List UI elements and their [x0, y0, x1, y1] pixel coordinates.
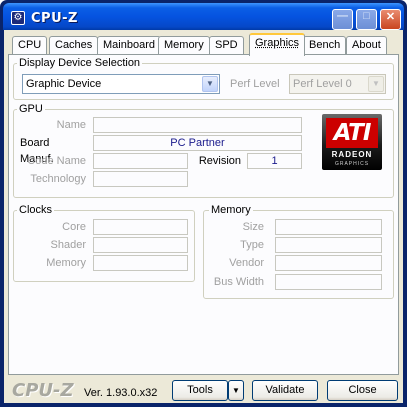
chevron-down-icon[interactable]: ▼ [368, 76, 384, 92]
tab-memory[interactable]: Memory [158, 36, 210, 55]
memory-type-field [275, 237, 382, 253]
tab-cpu[interactable]: CPU [12, 36, 48, 55]
window-title: CPU-Z [31, 11, 78, 26]
maximize-button[interactable]: □ [356, 9, 377, 30]
tab-mainboard[interactable]: Mainboard [97, 36, 161, 55]
ati-radeon-logo: ATI RADEON GRAPHICS [322, 114, 382, 170]
memory-size-field [275, 219, 382, 235]
shader-clock-label: Shader [50, 239, 86, 251]
code-name-field [93, 153, 188, 169]
tab-label: Graphics [255, 37, 300, 49]
cpu-z-watermark-logo: CPU-Z [12, 380, 74, 401]
memory-legend: Memory [209, 204, 253, 216]
perf-level-value: Perf Level 0 [293, 78, 352, 90]
memory-size-label: Size [242, 221, 264, 233]
tab-bench[interactable]: Bench [303, 36, 347, 55]
memory-clock-field [93, 255, 188, 271]
tab-label: SPD [215, 39, 238, 51]
perf-level-label: Perf Level [230, 78, 280, 90]
logo-sub: RADEON [331, 150, 373, 159]
logo-brand: ATI [326, 118, 378, 148]
tab-label: About [352, 39, 381, 51]
minimize-icon: — [337, 10, 348, 22]
shader-clock-field [93, 237, 188, 253]
minimize-button[interactable]: — [332, 9, 353, 30]
logo-caption: GRAPHICS [334, 161, 370, 167]
chevron-down-icon: ▼ [232, 386, 240, 395]
version-text: Ver. 1.93.0.x32 [84, 387, 158, 399]
tab-label: Mainboard [103, 39, 155, 51]
validate-label: Validate [265, 384, 305, 396]
tab-graphics[interactable]: Graphics [249, 33, 306, 56]
tab-label: Caches [55, 39, 93, 51]
chevron-down-icon[interactable]: ▼ [202, 76, 218, 92]
graphic-device-select[interactable]: Graphic Device ▼ [22, 74, 220, 94]
technology-label: Technology [30, 173, 86, 185]
gpu-legend: GPU [17, 103, 45, 115]
revision-field: 1 [247, 153, 302, 169]
graphic-device-value: Graphic Device [26, 78, 102, 90]
tab-spd[interactable]: SPD [209, 36, 244, 55]
tools-button[interactable]: Tools [172, 380, 228, 401]
memory-clock-label: Memory [46, 257, 86, 269]
validate-button[interactable]: Validate [252, 380, 318, 401]
tab-about[interactable]: About [346, 36, 387, 55]
clocks-legend: Clocks [17, 204, 55, 216]
memory-type-label: Type [240, 239, 264, 251]
cpu-z-app-icon[interactable]: ⚙ [11, 11, 25, 25]
tab-label: CPU [18, 39, 42, 51]
perf-level-select[interactable]: Perf Level 0 ▼ [289, 74, 386, 94]
tools-dropdown-button[interactable]: ▼ [228, 380, 244, 401]
technology-field [93, 171, 188, 187]
maximize-icon: □ [363, 10, 370, 22]
memory-vendor-field [275, 255, 382, 271]
code-name-label: Code Name [27, 155, 86, 167]
board-manuf-field: PC Partner [93, 135, 302, 151]
memory-vendor-label: Vendor [229, 257, 264, 269]
tab-label: Bench [309, 39, 341, 51]
tab-label: Memory [164, 39, 204, 51]
display-device-legend: Display Device Selection [17, 57, 143, 69]
gpu-name-label: Name [56, 119, 86, 131]
close-label: Close [348, 384, 377, 396]
gpu-name-field [93, 117, 302, 133]
core-clock-field [93, 219, 188, 235]
memory-bus-width-label: Bus Width [213, 276, 264, 288]
tools-label: Tools [187, 384, 213, 396]
close-button[interactable]: Close [327, 380, 398, 401]
close-icon: ✕ [385, 11, 396, 23]
revision-label: Revision [198, 155, 241, 167]
title-bar[interactable]: ⚙ CPU-Z — □ ✕ [3, 3, 404, 30]
close-window-button[interactable]: ✕ [380, 9, 401, 30]
memory-bus-width-field [275, 274, 382, 290]
core-clock-label: Core [62, 221, 86, 233]
tab-caches[interactable]: Caches [49, 36, 99, 55]
